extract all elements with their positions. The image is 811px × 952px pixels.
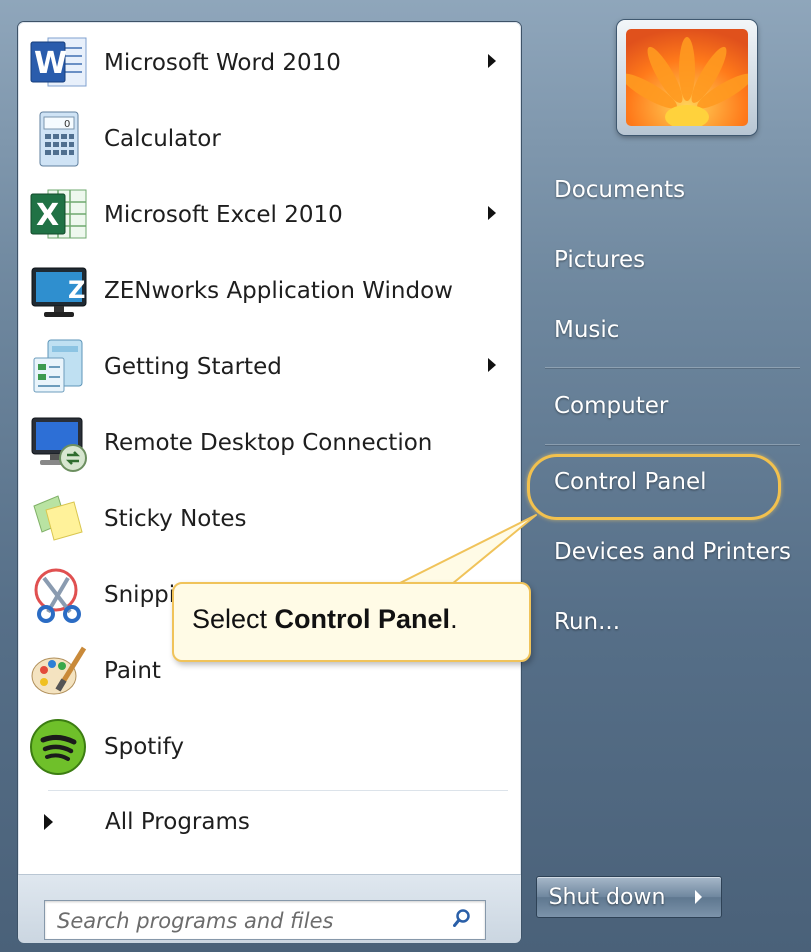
sticky-notes-icon	[28, 488, 90, 550]
snipping-tool-icon	[28, 564, 90, 626]
program-label: ZENworks Application Window	[104, 278, 453, 304]
svg-text:0: 0	[64, 119, 70, 130]
program-item-zenworks[interactable]: Z ZENworks Application Window	[26, 256, 516, 326]
callout-bold: Control Panel	[274, 604, 451, 634]
program-label: Sticky Notes	[104, 506, 247, 532]
program-label: Microsoft Excel 2010	[104, 202, 343, 228]
shutdown-label: Shut down	[548, 884, 666, 910]
program-label: Remote Desktop Connection	[104, 430, 433, 456]
right-item-run[interactable]: Run...	[534, 599, 794, 645]
svg-text:X: X	[36, 198, 59, 233]
right-item-computer[interactable]: Computer	[534, 383, 794, 429]
callout-suffix: .	[450, 604, 458, 634]
zenworks-icon: Z	[28, 260, 90, 322]
submenu-arrow-icon[interactable]	[488, 54, 496, 68]
program-item-excel[interactable]: X Microsoft Excel 2010	[26, 180, 516, 250]
submenu-arrow-icon[interactable]	[488, 206, 496, 220]
callout-prefix: Select	[192, 604, 275, 634]
excel-icon: X	[28, 184, 90, 246]
flower-picture	[626, 29, 748, 126]
paint-icon	[28, 640, 90, 702]
control-panel-highlight	[527, 454, 781, 520]
svg-text:Z: Z	[68, 276, 85, 304]
instruction-callout: Select Control Panel.	[172, 582, 531, 662]
program-item-calculator[interactable]: 0 Calculator	[26, 104, 516, 174]
search-icon[interactable]	[453, 909, 471, 927]
right-item-documents[interactable]: Documents	[534, 167, 794, 213]
user-avatar[interactable]	[617, 20, 757, 135]
submenu-arrow-icon[interactable]	[488, 358, 496, 372]
svg-text:W: W	[34, 46, 67, 81]
search-input[interactable]	[55, 905, 439, 937]
search-bar	[18, 874, 521, 943]
calculator-icon: 0	[28, 108, 90, 170]
program-item-remote-desktop[interactable]: Remote Desktop Connection	[26, 408, 516, 478]
callout-text: Select Control Panel.	[192, 604, 458, 635]
divider	[545, 367, 800, 368]
right-item-pictures[interactable]: Pictures	[534, 237, 794, 283]
all-programs-label: All Programs	[105, 809, 250, 835]
chevron-right-icon	[695, 890, 702, 904]
right-item-label: Computer	[554, 393, 669, 419]
word-icon: W	[28, 32, 90, 94]
program-label: Getting Started	[104, 354, 282, 380]
search-box[interactable]	[44, 900, 486, 940]
getting-started-icon	[28, 336, 90, 398]
program-label: Spotify	[104, 734, 184, 760]
spotify-icon	[28, 716, 90, 778]
divider	[545, 444, 800, 445]
program-item-getting-started[interactable]: Getting Started	[26, 332, 516, 402]
program-item-spotify[interactable]: Spotify	[26, 712, 516, 782]
program-label: Microsoft Word 2010	[104, 50, 341, 76]
program-item-sticky-notes[interactable]: Sticky Notes	[26, 484, 516, 554]
right-item-devices-and-printers[interactable]: Devices and Printers	[534, 529, 794, 575]
right-item-music[interactable]: Music	[534, 307, 794, 353]
right-item-label: Documents	[554, 177, 686, 203]
right-item-label: Run...	[554, 609, 621, 635]
right-item-label: Pictures	[554, 247, 646, 273]
program-label: Calculator	[104, 126, 221, 152]
divider	[48, 790, 508, 791]
right-item-label: Devices and Printers	[554, 539, 792, 565]
shutdown-button[interactable]: Shut down	[536, 876, 678, 918]
program-label: Paint	[104, 658, 161, 684]
programs-pane: W Microsoft Word 2010 0 Calculator X Mic…	[18, 22, 521, 943]
expand-arrow-icon	[44, 814, 53, 830]
right-item-label: Music	[554, 317, 620, 343]
shutdown-options-button[interactable]	[677, 876, 722, 918]
remote-desktop-icon	[28, 412, 90, 474]
all-programs-item[interactable]: All Programs	[26, 800, 516, 844]
program-item-word[interactable]: W Microsoft Word 2010	[26, 28, 516, 98]
